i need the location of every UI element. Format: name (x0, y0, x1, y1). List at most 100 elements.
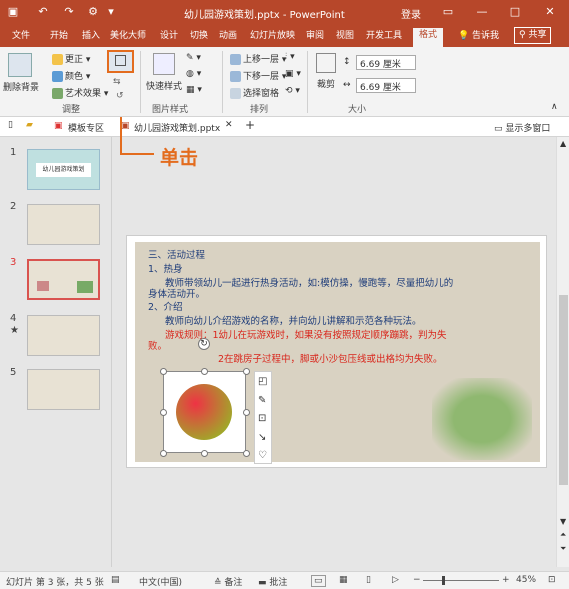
slide-text: 教师带领幼儿一起进行热身活动，如:模仿操，慢跑等，尽量把幼儿的 (165, 278, 454, 289)
resize-handle[interactable] (243, 368, 250, 375)
tab-beautify[interactable]: 美化大师 (110, 29, 146, 45)
width-input[interactable]: 6.69 厘米 (356, 78, 416, 93)
undo-icon[interactable]: ↶ (36, 5, 50, 19)
slide-thumbnail-3[interactable] (27, 259, 100, 300)
spellcheck-icon[interactable]: ▤ (111, 575, 120, 585)
share-button[interactable]: ⚲ 共享 (514, 27, 552, 44)
resize-handle[interactable] (160, 409, 167, 416)
tab-format[interactable]: 格式 (413, 28, 444, 47)
resize-handle[interactable] (243, 450, 250, 457)
tab-file[interactable]: 文件 (12, 29, 30, 45)
new-tab-icon[interactable]: + (245, 118, 255, 132)
thumb-title: 幼儿园游戏策划 (36, 163, 91, 177)
corrections-button[interactable]: 更正 ▾ (52, 52, 90, 65)
show-multi-label: 显示多窗口 (505, 124, 551, 134)
resize-handle[interactable] (201, 368, 208, 375)
resize-handle[interactable] (243, 409, 250, 416)
scroll-down-icon[interactable]: ▼ (560, 517, 566, 526)
zoom-slider[interactable] (423, 580, 499, 581)
rotate-button[interactable]: ⟲ ▾ (285, 86, 300, 96)
collapse-ribbon-icon[interactable]: ∧ (551, 102, 558, 112)
slide-thumbnail-2[interactable] (27, 204, 100, 245)
heart-icon[interactable]: ♡ (258, 450, 267, 461)
close-tab-icon[interactable]: ✕ (225, 120, 233, 130)
reset-picture-icon[interactable]: ↺ (116, 91, 124, 101)
zoom-in-icon[interactable]: + (502, 575, 510, 585)
kids-picture[interactable] (432, 378, 532, 460)
maximize-icon[interactable]: □ (508, 5, 522, 19)
tell-me-search[interactable]: 告诉我 (472, 29, 499, 45)
group-objects-button[interactable]: ▣ ▾ (285, 69, 301, 79)
file-tab[interactable]: 幼儿园游戏策划.pptx (134, 121, 220, 134)
customize-qat-icon[interactable]: ⚙ (86, 5, 100, 19)
slide-sorter-icon[interactable]: ▦ (339, 575, 348, 585)
bring-forward-button[interactable]: 上移一层 ▾ (230, 52, 286, 65)
tab-slideshow[interactable]: 幻灯片放映 (250, 29, 295, 45)
template-zone-tab[interactable]: 模板专区 (68, 121, 104, 134)
prev-slide-icon[interactable]: ⏶ (560, 530, 566, 540)
slide-text: 2、介绍 (148, 302, 183, 313)
qat-dropdown-icon[interactable]: ▾ (104, 5, 118, 19)
tab-home[interactable]: 开始 (50, 29, 68, 45)
align-button[interactable]: ⫶ ▾ (285, 52, 295, 62)
page-icon[interactable]: ▯ (8, 120, 13, 130)
artistic-effects-button[interactable]: 艺术效果 ▾ (52, 86, 108, 99)
height-input[interactable]: 6.69 厘米 (356, 55, 416, 70)
tab-transitions[interactable]: 切换 (190, 29, 208, 45)
reading-view-icon[interactable]: ▯ (366, 575, 371, 585)
tab-insert[interactable]: 插入 (82, 29, 100, 45)
normal-view-icon[interactable]: ▭ (311, 575, 326, 587)
minimize-icon[interactable]: — (475, 5, 489, 19)
show-multi-window-button[interactable]: ▭ 显示多窗口 (494, 121, 550, 134)
remove-background-button[interactable]: 删除背景 (3, 80, 39, 93)
slide-thumbnail-5[interactable] (27, 369, 100, 410)
picture-border-button[interactable]: ✎ ▾ (186, 53, 201, 63)
style-icon[interactable]: ✎ (258, 395, 266, 406)
close-icon[interactable]: ✕ (543, 5, 557, 19)
comments-button[interactable]: ▬ 批注 (258, 575, 287, 588)
scroll-up-icon[interactable]: ▲ (560, 139, 566, 148)
folder-icon[interactable]: ▰ (26, 120, 33, 130)
zoom-out-icon[interactable]: − (413, 575, 421, 585)
slide-text: 三、活动过程 (148, 250, 206, 261)
next-slide-icon[interactable]: ⏷ (560, 544, 566, 554)
resize-handle[interactable] (160, 450, 167, 457)
layout-options-icon[interactable]: ◰ (258, 376, 267, 387)
ribbon-display-icon[interactable]: ▭ (441, 5, 455, 19)
tab-view[interactable]: 视图 (336, 29, 354, 45)
save-icon[interactable]: ▣ (6, 5, 20, 19)
color-button[interactable]: 颜色 ▾ (52, 69, 90, 82)
notes-button[interactable]: ≙ 备注 (214, 575, 242, 588)
slide-thumbnail-1[interactable]: 幼儿园游戏策划 (27, 149, 100, 190)
group-adjust-label: 调整 (62, 105, 81, 115)
language-indicator[interactable]: 中文(中国) (139, 575, 182, 588)
login-link[interactable]: 登录 (401, 6, 421, 21)
zoom-level[interactable]: 45% (516, 575, 536, 585)
slide-thumbnail-4[interactable] (27, 315, 100, 356)
resize-handle[interactable] (160, 368, 167, 375)
change-picture-icon[interactable]: ⇆ (113, 77, 121, 87)
compress-pictures-button[interactable] (107, 50, 134, 73)
tab-review[interactable]: 审阅 (306, 29, 324, 45)
zoom-slider-thumb[interactable] (442, 576, 445, 585)
selection-pane-button[interactable]: 选择窗格 (230, 86, 279, 99)
resize-handle[interactable] (201, 450, 208, 457)
fit-to-window-icon[interactable]: ⊡ (548, 575, 556, 585)
redo-icon[interactable]: ↷ (62, 5, 76, 19)
picture-layout-button[interactable]: ▦ ▾ (186, 85, 202, 95)
tab-animations[interactable]: 动画 (219, 29, 237, 45)
quick-styles-button[interactable]: 快速样式 (146, 79, 182, 92)
vertical-scrollbar[interactable]: ▲ ▼ ⏶ ⏷ (556, 137, 569, 567)
scroll-thumb[interactable] (559, 295, 568, 485)
share-label: 共享 (528, 30, 547, 40)
selected-picture[interactable] (163, 371, 246, 453)
send-backward-button[interactable]: 下移一层 ▾ (230, 69, 286, 82)
rotate-handle-icon[interactable]: ↻ (198, 338, 210, 350)
slideshow-view-icon[interactable]: ▷ (392, 575, 399, 585)
animation-icon[interactable]: ↘ (258, 432, 266, 443)
crop-button[interactable]: 裁剪 (317, 77, 335, 90)
crop-tool-icon[interactable]: ⊡ (258, 413, 266, 424)
tab-developer[interactable]: 开发工具 (366, 29, 402, 45)
tab-design[interactable]: 设计 (160, 29, 178, 45)
picture-effects-button[interactable]: ◍ ▾ (186, 69, 201, 79)
